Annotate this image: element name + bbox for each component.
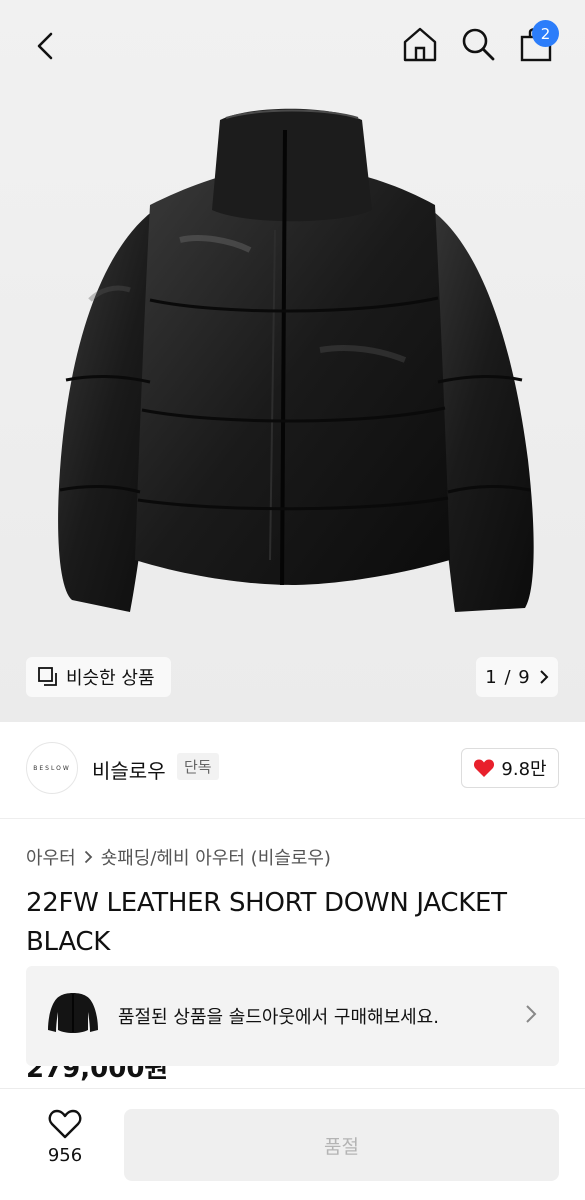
product-image <box>58 108 534 612</box>
cart-count-badge: 2 <box>532 20 559 47</box>
brand-name[interactable]: 비슬로우 <box>92 755 166 784</box>
search-button[interactable] <box>456 22 500 66</box>
brand-row: BESLOW 비슬로우 단독 9.8만 <box>26 742 559 796</box>
product-title: 22FW LEATHER SHORT DOWN JACKET BLACK <box>26 888 507 957</box>
section-divider <box>0 818 585 819</box>
heart-icon <box>48 1109 82 1139</box>
gallery-pager[interactable]: 1 / 9 <box>476 657 558 697</box>
breadcrumb-subcategory[interactable]: 숏패딩/헤비 아우터 (비슬로우) <box>101 844 331 870</box>
home-button[interactable] <box>398 22 442 66</box>
product-thumbnail <box>48 993 98 1033</box>
home-icon <box>403 27 437 62</box>
brand-logo[interactable]: BESLOW <box>26 742 78 794</box>
bottom-action-bar: 956 품절 <box>0 1088 585 1200</box>
chevron-left-icon <box>37 32 53 60</box>
soldout-banner[interactable]: 품절된 상품을 솔드아웃에서 구매해보세요. <box>26 966 559 1066</box>
soldout-banner-text: 품절된 상품을 솔드아웃에서 구매해보세요. <box>118 1007 439 1028</box>
product-like-count: 956 <box>47 1145 83 1166</box>
product-page: 2 비슷한 상품 1 / 9 BESLOW 비슬로우 단독 9.8만 아우터 숏… <box>0 0 585 1200</box>
soldout-button[interactable]: 품절 <box>124 1109 559 1181</box>
similar-products-button[interactable]: 비슷한 상품 <box>26 657 171 697</box>
product-like-button[interactable]: 956 <box>36 1109 94 1166</box>
copy-icon <box>38 667 57 686</box>
search-icon <box>462 28 495 61</box>
chevron-right-icon <box>539 670 549 684</box>
chevron-right-icon <box>526 1005 537 1023</box>
breadcrumb: 아우터 숏패딩/헤비 아우터 (비슬로우) <box>26 844 331 870</box>
product-image-gallery[interactable] <box>0 0 585 722</box>
top-navigation-bar: 2 <box>0 0 585 90</box>
exclusive-tag: 단독 <box>177 753 219 780</box>
similar-products-label: 비슷한 상품 <box>66 668 155 689</box>
brand-like-count: 9.8만 <box>501 759 547 780</box>
brand-like-button[interactable]: 9.8만 <box>461 748 559 788</box>
back-button[interactable] <box>24 24 68 68</box>
breadcrumb-category[interactable]: 아우터 <box>26 844 76 870</box>
gallery-page-indicator: 1 / 9 <box>485 666 531 688</box>
heart-filled-icon <box>474 759 495 777</box>
chevron-right-icon <box>84 850 92 864</box>
